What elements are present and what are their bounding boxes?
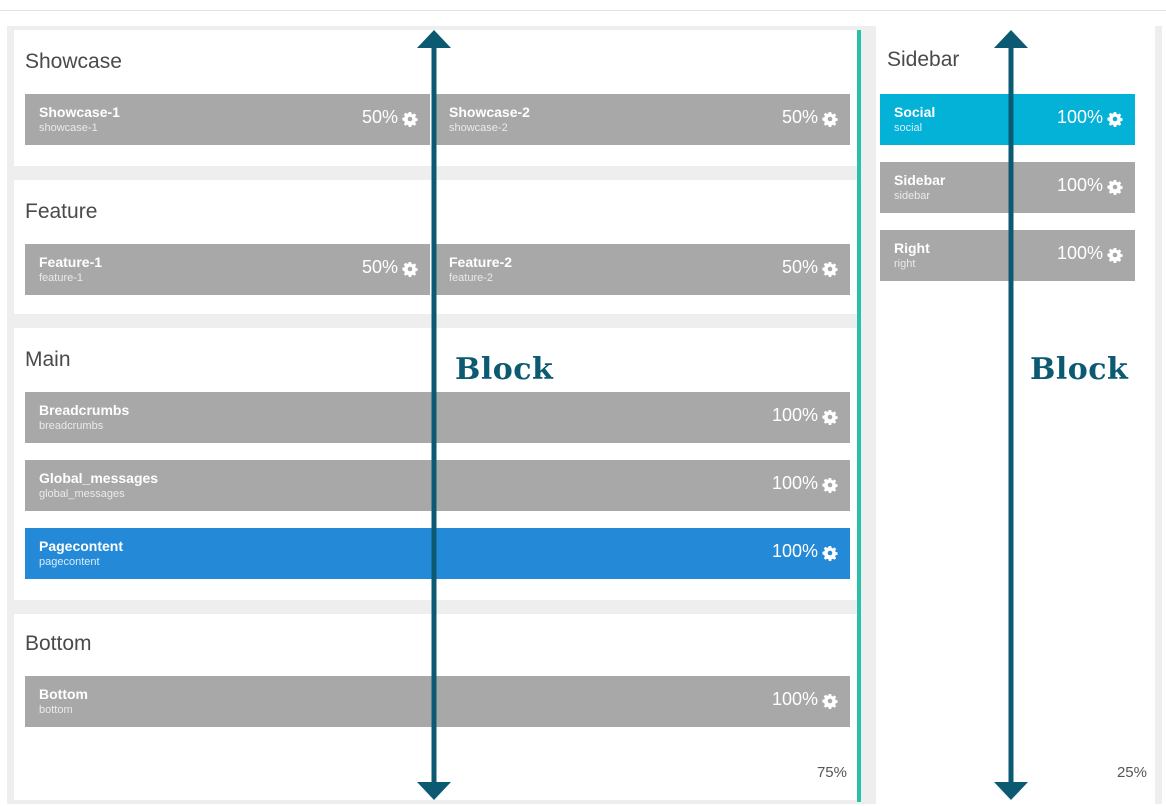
gear-icon[interactable] <box>822 545 838 561</box>
card-subtitle: social <box>894 122 923 134</box>
card-width-percent: 50% <box>781 257 818 277</box>
position-card-bottom[interactable]: Bottom bottom 100% <box>25 676 850 727</box>
card-title: Pagecontent <box>39 538 124 554</box>
card-width-percent: 100% <box>771 689 818 709</box>
card-subtitle: showcase-1 <box>39 122 98 134</box>
card-subtitle: pagecontent <box>39 556 100 568</box>
column-divider <box>857 30 861 802</box>
gear-icon[interactable] <box>822 693 838 709</box>
card-width-percent: 100% <box>1056 107 1103 127</box>
card-title: Social <box>894 104 936 120</box>
layout-frame: Showcase Showcase-1 showcase-1 50% Showc… <box>7 26 1162 804</box>
section-title: Feature <box>25 200 98 223</box>
card-subtitle: feature-2 <box>449 272 494 284</box>
section-title: Bottom <box>25 632 92 655</box>
card-title: Showcase-1 <box>39 104 120 120</box>
position-card-feature-2[interactable]: Feature-2 feature-2 50% <box>435 244 850 295</box>
card-title: Right <box>894 240 930 256</box>
position-card-breadcrumbs[interactable]: Breadcrumbs breadcrumbs 100% <box>25 392 850 443</box>
card-title: Feature-1 <box>39 254 103 270</box>
position-card-showcase-1[interactable]: Showcase-1 showcase-1 50% <box>25 94 430 145</box>
gear-icon[interactable] <box>402 261 418 277</box>
position-card-feature-1[interactable]: Feature-1 feature-1 50% <box>25 244 430 295</box>
card-width-percent: 100% <box>771 473 818 493</box>
gear-icon[interactable] <box>402 111 418 127</box>
gear-icon[interactable] <box>822 261 838 277</box>
card-width-percent: 50% <box>361 107 398 127</box>
card-title: Breadcrumbs <box>39 402 130 418</box>
section-main: Main Breadcrumbs breadcrumbs 100% Global… <box>14 328 861 600</box>
section-feature: Feature Feature-1 feature-1 50% Feature-… <box>14 180 861 314</box>
position-card-global-messages[interactable]: Global_messages global_messages 100% <box>25 460 850 511</box>
gear-icon[interactable] <box>822 477 838 493</box>
card-subtitle: bottom <box>39 704 73 716</box>
card-subtitle: sidebar <box>894 190 931 202</box>
position-card-social[interactable]: Social social 100% <box>880 94 1135 145</box>
card-width-percent: 100% <box>771 541 818 561</box>
position-card-pagecontent[interactable]: Pagecontent pagecontent 100% <box>25 528 850 579</box>
section-showcase: Showcase Showcase-1 showcase-1 50% Showc… <box>14 30 861 166</box>
card-title: Bottom <box>39 686 88 702</box>
card-title: Feature-2 <box>449 254 513 270</box>
card-width-percent: 50% <box>781 107 818 127</box>
card-width-percent: 100% <box>1056 243 1103 263</box>
position-card-sidebar[interactable]: Sidebar sidebar 100% <box>880 162 1135 213</box>
card-subtitle: global_messages <box>39 488 125 500</box>
gear-icon[interactable] <box>1107 179 1123 195</box>
block-annotation-right: Block <box>1030 352 1129 387</box>
gear-icon[interactable] <box>1107 247 1123 263</box>
gear-icon[interactable] <box>1107 111 1123 127</box>
card-subtitle: feature-1 <box>39 272 84 284</box>
card-subtitle: breadcrumbs <box>39 420 104 432</box>
card-subtitle: right <box>894 258 916 270</box>
card-title: Showcase-2 <box>449 104 530 120</box>
position-card-showcase-2[interactable]: Showcase-2 showcase-2 50% <box>435 94 850 145</box>
section-title: Sidebar <box>887 48 960 71</box>
column-width-left: 75% <box>816 764 847 781</box>
card-width-percent: 100% <box>1056 175 1103 195</box>
column-width-right: 25% <box>1116 764 1147 781</box>
left-column: Showcase Showcase-1 showcase-1 50% Showc… <box>14 26 861 804</box>
card-width-percent: 50% <box>361 257 398 277</box>
section-sidebar: Sidebar Social social 100% Sidebar sideb… <box>876 26 1155 804</box>
section-title: Showcase <box>25 50 122 73</box>
card-title: Sidebar <box>894 172 946 188</box>
top-divider <box>0 10 1166 11</box>
position-card-right[interactable]: Right right 100% <box>880 230 1135 281</box>
card-width-percent: 100% <box>771 405 818 425</box>
gear-icon[interactable] <box>822 409 838 425</box>
card-subtitle: showcase-2 <box>449 122 508 134</box>
section-bottom: Bottom Bottom bottom 100% 75% <box>14 614 861 800</box>
card-title: Global_messages <box>39 470 159 486</box>
gear-icon[interactable] <box>822 111 838 127</box>
block-annotation-left: Block <box>455 352 554 387</box>
section-title: Main <box>25 348 71 371</box>
